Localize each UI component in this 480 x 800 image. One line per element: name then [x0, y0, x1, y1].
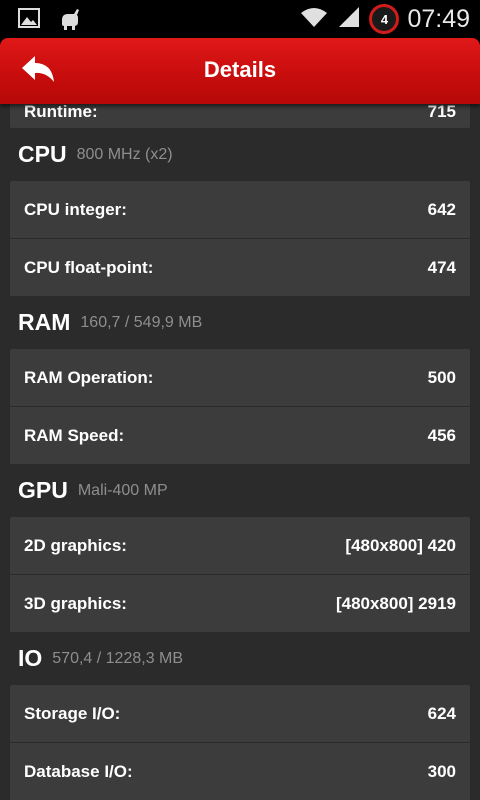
wifi-icon — [299, 5, 329, 34]
item-value: [480x800] 2919 — [335, 593, 456, 613]
item-value: [480x800] 420 — [345, 535, 456, 555]
section-info: 800 MHz (x2) — [76, 145, 173, 163]
item-label: CPU float-point: — [24, 257, 154, 277]
runtime-label: Runtime: — [24, 104, 98, 121]
section-header-cpu: CPU 800 MHz (x2) — [0, 128, 480, 181]
item-value: 642 — [427, 199, 456, 219]
runtime-card: Runtime: 715 — [10, 104, 470, 128]
item-label: 3D graphics: — [24, 593, 127, 613]
section-title: GPU — [18, 477, 68, 503]
page-title: Details — [203, 57, 277, 82]
item-value: 474 — [427, 257, 456, 277]
item-value: 624 — [427, 703, 456, 723]
gpu-card: 2D graphics: [480x800] 420 3D graphics: … — [10, 517, 470, 632]
details-list[interactable]: Runtime: 715 CPU 800 MHz (x2) CPU intege… — [0, 104, 480, 800]
list-item: CPU float-point: 474 — [10, 238, 470, 296]
list-item: CPU integer: 642 — [10, 181, 470, 238]
list-item: RAM Operation: 500 — [10, 349, 470, 406]
io-card: Storage I/O: 624 Database I/O: 300 — [10, 685, 470, 800]
list-item: Runtime: 715 — [10, 104, 470, 128]
cpu-card: CPU integer: 642 CPU float-point: 474 — [10, 181, 470, 296]
section-info: 570,4 / 1228,3 MB — [52, 649, 184, 667]
gallery-icon — [18, 8, 40, 35]
title-bar: Details — [0, 38, 480, 104]
item-value: 300 — [427, 761, 456, 781]
section-header-gpu: GPU Mali-400 MP — [0, 464, 480, 517]
item-label: Storage I/O: — [24, 703, 121, 723]
android-icon — [58, 8, 82, 35]
item-value: 456 — [427, 425, 456, 445]
section-info: 160,7 / 549,9 MB — [80, 313, 203, 331]
section-info: Mali-400 MP — [77, 481, 168, 499]
list-item: 2D graphics: [480x800] 420 — [10, 517, 470, 574]
item-label: RAM Speed: — [24, 425, 125, 445]
antutu-notification-icon: 4 — [369, 4, 400, 34]
list-item: Database I/O: 300 — [10, 742, 470, 800]
status-bar: 4 07:49 — [0, 0, 480, 38]
clock: 07:49 — [407, 4, 470, 33]
section-title: IO — [18, 645, 43, 671]
runtime-value: 715 — [427, 104, 456, 121]
section-title: CPU — [18, 141, 67, 167]
list-item: Storage I/O: 624 — [10, 685, 470, 742]
list-item: RAM Speed: 456 — [10, 406, 470, 464]
ram-card: RAM Operation: 500 RAM Speed: 456 — [10, 349, 470, 464]
signal-icon — [337, 5, 361, 34]
item-label: RAM Operation: — [24, 367, 154, 387]
list-item: 3D graphics: [480x800] 2919 — [10, 574, 470, 632]
section-title: RAM — [18, 309, 71, 335]
item-value: 500 — [427, 367, 456, 387]
item-label: 2D graphics: — [24, 535, 127, 555]
section-header-ram: RAM 160,7 / 549,9 MB — [0, 296, 480, 349]
section-header-io: IO 570,4 / 1228,3 MB — [0, 632, 480, 685]
item-label: CPU integer: — [24, 199, 127, 219]
item-label: Database I/O: — [24, 761, 133, 781]
